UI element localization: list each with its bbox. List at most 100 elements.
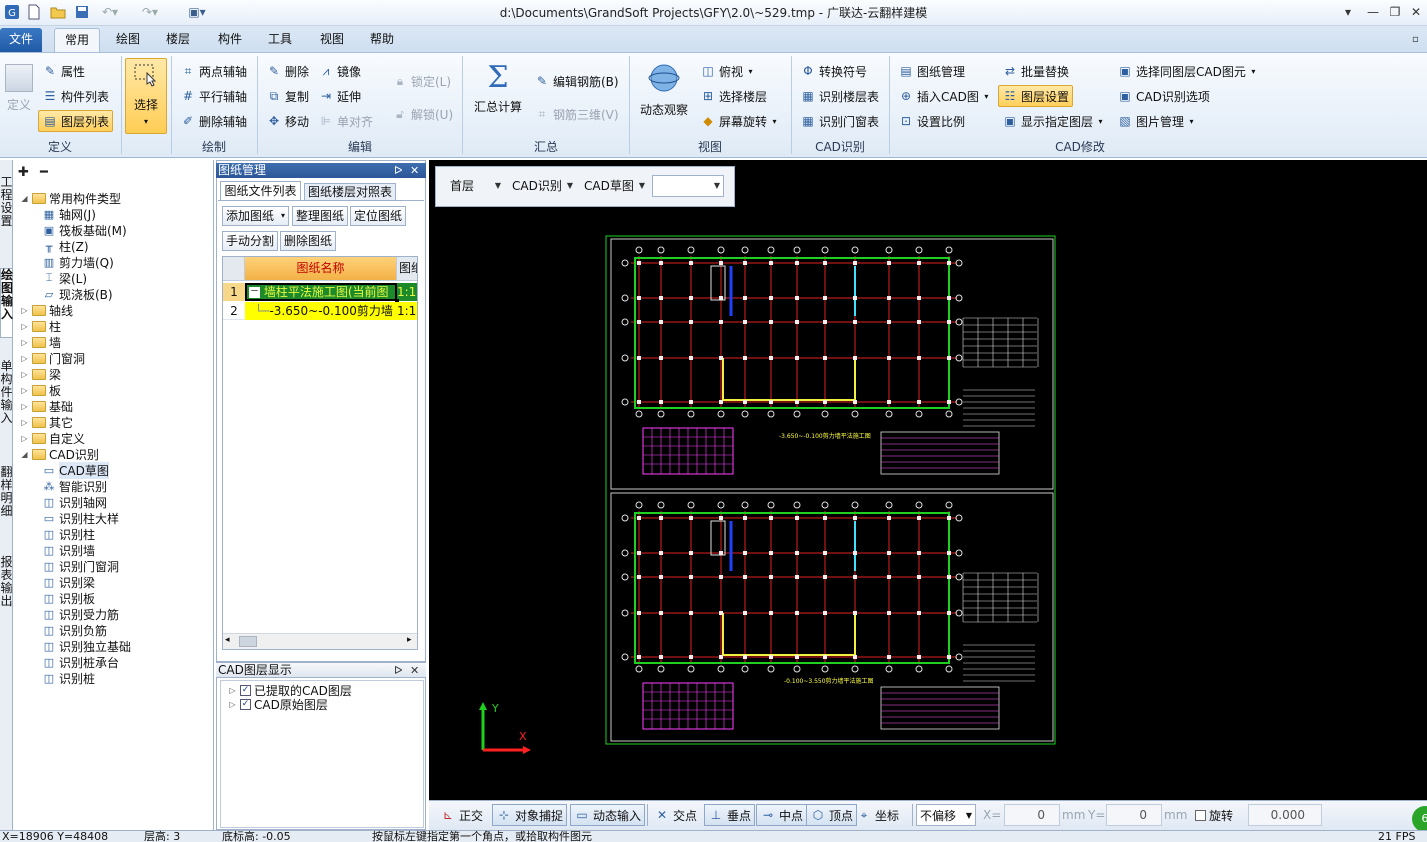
tree-item[interactable]: ◫ 识别桩承台 bbox=[20, 654, 212, 670]
manual-split-button[interactable]: 手动分割 bbox=[222, 231, 279, 251]
mirror-button[interactable]: ⩘ 镜像 bbox=[318, 60, 361, 82]
offset-select[interactable]: 不偏移 ▼ bbox=[916, 804, 976, 826]
expand-arrow-icon[interactable]: ▷ bbox=[20, 418, 29, 427]
tree-item[interactable]: ◫ 识别梁 bbox=[20, 574, 212, 590]
tree-item[interactable]: ◫ 识别独立基础 bbox=[20, 638, 212, 654]
category-select[interactable]: CAD识别 ▼ bbox=[507, 175, 577, 197]
top-view-button[interactable]: ◫ 俯视 ▾ bbox=[700, 60, 752, 82]
tree-item[interactable]: ⌶ 梁(L) bbox=[20, 270, 212, 286]
close-button[interactable]: ✕ bbox=[1405, 3, 1427, 21]
two-point-axis-button[interactable]: ⌗ 两点辅轴 bbox=[180, 60, 247, 82]
tab-single-component-input[interactable]: 单构件输入 bbox=[0, 360, 13, 444]
collapse-row-icon[interactable]: － bbox=[249, 287, 260, 298]
tab-drawing-input[interactable]: 绘图输入 bbox=[0, 268, 13, 338]
screen-rotate-button[interactable]: ◆ 屏幕旋转 ▾ bbox=[700, 110, 776, 132]
expand-icon[interactable]: ▷ bbox=[228, 700, 237, 709]
cad-options-button[interactable]: ▣ CAD识别选项 bbox=[1117, 85, 1210, 107]
tree-folder[interactable]: ▷ 自定义 bbox=[20, 430, 212, 446]
move-button[interactable]: ✥ 移动 bbox=[266, 110, 309, 132]
cad-canvas[interactable]: -3.650~-0.100剪力墙平法施工图 -0.100~3.550剪力墙平法施… bbox=[429, 160, 1427, 800]
expand-arrow-icon[interactable]: ▷ bbox=[20, 386, 29, 395]
tab-help[interactable]: 帮助 bbox=[360, 28, 404, 52]
delete-button[interactable]: ✎ 删除 bbox=[266, 60, 309, 82]
restore-button[interactable]: ❐ bbox=[1384, 3, 1406, 21]
lock-button[interactable]: 🔒︎ 锁定(L) bbox=[392, 70, 451, 92]
tree-item[interactable]: ▦ 轴网(J) bbox=[20, 206, 212, 222]
ribbon-expand-icon[interactable]: ▫ bbox=[1412, 34, 1419, 45]
layer-checkbox[interactable]: ✓ bbox=[240, 684, 251, 696]
tab-report-output[interactable]: 报表输出 bbox=[0, 556, 13, 626]
tree-item[interactable]: ▭ 识别柱大样 bbox=[20, 510, 212, 526]
organize-drawing-button[interactable]: 整理图纸 bbox=[292, 206, 349, 226]
collapse-arrow-icon[interactable]: ◢ bbox=[20, 450, 29, 459]
collapse-all-icon[interactable]: ━ bbox=[40, 165, 48, 180]
drawing-row-name[interactable]: └─-3.650~-0.100剪力墙 bbox=[245, 302, 397, 320]
tree-folder[interactable]: ◢ CAD识别 bbox=[20, 446, 212, 462]
tab-view[interactable]: 视图 bbox=[310, 28, 354, 52]
rotate-toggle[interactable]: 旋转 bbox=[1195, 804, 1233, 826]
object-snap-toggle[interactable]: ⊹ 对象捕捉 bbox=[492, 804, 568, 826]
expand-arrow-icon[interactable]: ▷ bbox=[20, 322, 29, 331]
set-scale-button[interactable]: ⊡ 设置比例 bbox=[898, 110, 965, 132]
collapse-ribbon-icon[interactable]: ▾ bbox=[1337, 3, 1359, 21]
expand-arrow-icon[interactable]: ▷ bbox=[20, 306, 29, 315]
tab-draw[interactable]: 绘图 bbox=[106, 28, 150, 52]
component-list-button[interactable]: ☰ 构件列表 bbox=[42, 85, 109, 107]
expand-arrow-icon[interactable]: ▷ bbox=[20, 338, 29, 347]
tree-folder[interactable]: ▷ 轴线 bbox=[20, 302, 212, 318]
vertex-snap[interactable]: ⬡ 顶点 bbox=[806, 804, 858, 826]
x-input[interactable]: 0 bbox=[1004, 804, 1060, 826]
expand-arrow-icon[interactable]: ▷ bbox=[20, 354, 29, 363]
show-layer-button[interactable]: ▣ 显示指定图层 ▾ bbox=[1002, 110, 1102, 132]
tree-folder[interactable]: ▷ 梁 bbox=[20, 366, 212, 382]
property-button[interactable]: ✎ 属性 bbox=[42, 60, 85, 82]
layer-settings-button[interactable]: ☷ 图层设置 bbox=[998, 85, 1074, 107]
batch-replace-button[interactable]: ⇄ 批量替换 bbox=[1002, 60, 1069, 82]
minimize-button[interactable]: — bbox=[1362, 3, 1384, 21]
tree-item[interactable]: ◫ 识别桩 bbox=[20, 670, 212, 686]
tree-item[interactable]: ◫ 识别受力筋 bbox=[20, 606, 212, 622]
pin-icon[interactable]: ᐅ bbox=[394, 663, 402, 678]
tree-item[interactable]: ╥ 柱(Z) bbox=[20, 238, 212, 254]
rebar-3d-button[interactable]: ⌗ 钢筋三维(V) bbox=[534, 103, 619, 125]
dynamic-view-button[interactable]: 动态观察 bbox=[636, 62, 692, 122]
collapse-arrow-icon[interactable]: ◢ bbox=[20, 194, 29, 203]
unlock-button[interactable]: 🔓︎ 解锁(U) bbox=[392, 103, 453, 125]
image-manage-button[interactable]: ▧ 图片管理 ▾ bbox=[1117, 110, 1193, 132]
scroll-right-icon[interactable]: ▸ bbox=[407, 635, 412, 645]
tab-file[interactable]: 文件 bbox=[0, 28, 42, 52]
select-floor-button[interactable]: ⊞ 选择楼层 bbox=[700, 85, 767, 107]
dynamic-input-toggle[interactable]: ▭ 动态输入 bbox=[570, 804, 646, 826]
delete-drawing-button[interactable]: 删除图纸 bbox=[280, 231, 337, 251]
ortho-toggle[interactable]: ⊾ 正交 bbox=[440, 804, 483, 826]
tree-item[interactable]: ▱ 现浇板(B) bbox=[20, 286, 212, 302]
tree-item[interactable]: ⁂ 智能识别 bbox=[20, 478, 212, 494]
tree-item[interactable]: ◫ 识别墙 bbox=[20, 542, 212, 558]
expand-all-icon[interactable]: ✚ bbox=[18, 165, 29, 180]
scroll-thumb[interactable] bbox=[239, 636, 257, 647]
insert-cad-button[interactable]: ⊕ 插入CAD图 ▾ bbox=[898, 85, 988, 107]
parallel-axis-button[interactable]: # 平行辅轴 bbox=[180, 85, 247, 107]
drawing-manage-button[interactable]: ▤ 图纸管理 bbox=[898, 60, 965, 82]
convert-symbol-button[interactable]: Φ 转换符号 bbox=[800, 60, 867, 82]
summary-calc-button[interactable]: Σ 汇总计算 bbox=[470, 62, 526, 122]
pin-icon[interactable]: ᐅ bbox=[394, 163, 402, 178]
expand-arrow-icon[interactable]: ▷ bbox=[20, 370, 29, 379]
coordinate-snap[interactable]: ⌖ 坐标 bbox=[856, 804, 899, 826]
close-icon[interactable]: ✕ bbox=[410, 163, 419, 178]
recognize-door-window-table-button[interactable]: ▦ 识别门窗表 bbox=[800, 110, 879, 132]
drawing-row-name[interactable]: － 墙柱平法施工图(当前图 bbox=[245, 283, 397, 301]
component-select[interactable]: CAD草图 ▼ bbox=[579, 175, 649, 197]
extend-button[interactable]: ⇥ 延伸 bbox=[318, 85, 361, 107]
layer-item-original[interactable]: ▷ ✓ CAD原始图层 bbox=[228, 696, 327, 712]
perpendicular-snap[interactable]: ⊥ 垂点 bbox=[704, 804, 756, 826]
layer-list-button[interactable]: ▤ 图层列表 bbox=[38, 110, 114, 132]
y-input[interactable]: 0 bbox=[1106, 804, 1162, 826]
tab-floor[interactable]: 楼层 bbox=[156, 28, 200, 52]
rotate-checkbox[interactable] bbox=[1195, 809, 1206, 821]
tree-item[interactable]: ◫ 识别负筋 bbox=[20, 622, 212, 638]
locate-drawing-button[interactable]: 定位图纸 bbox=[350, 206, 407, 226]
tree-item[interactable]: ▭ CAD草图 bbox=[20, 461, 212, 479]
tree-folder[interactable]: ▷ 墙 bbox=[20, 334, 212, 350]
tree-item[interactable]: ◫ 识别板 bbox=[20, 590, 212, 606]
